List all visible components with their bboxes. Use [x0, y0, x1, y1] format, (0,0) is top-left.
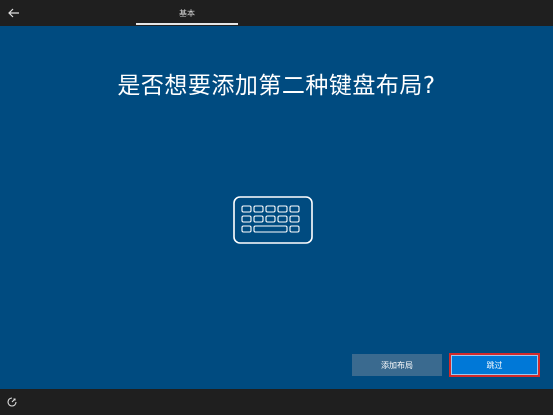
back-button[interactable]	[4, 3, 24, 23]
bottom-bar	[0, 389, 553, 415]
main-panel: 是否想要添加第二种键盘布局? 添加布局 跳过	[0, 26, 553, 389]
keyboard-icon	[233, 196, 313, 244]
tab-underline	[136, 23, 238, 25]
skip-button[interactable]: 跳过	[449, 353, 540, 377]
page-title: 是否想要添加第二种键盘布局?	[117, 73, 436, 99]
ease-of-access-button[interactable]	[5, 395, 19, 409]
skip-button-label: 跳过	[451, 355, 538, 375]
oobe-window: 基本 是否想要添加第二种键盘布局? 添加布局 跳过	[0, 0, 553, 415]
arrow-left-icon	[8, 8, 19, 18]
add-layout-button[interactable]: 添加布局	[352, 354, 442, 376]
ease-of-access-icon	[7, 397, 17, 407]
top-bar: 基本	[0, 0, 553, 26]
